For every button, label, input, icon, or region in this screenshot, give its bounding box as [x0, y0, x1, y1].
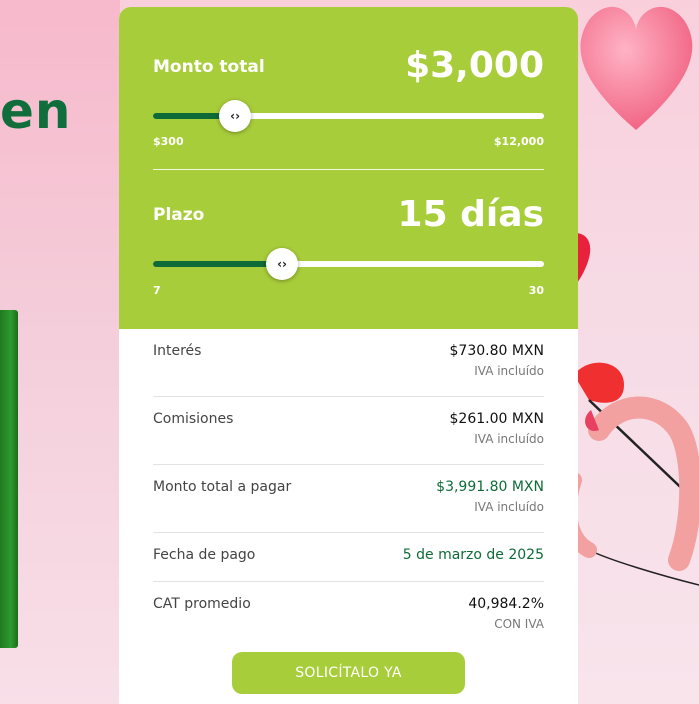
promo-green-banner — [0, 310, 18, 648]
slider-arrows-icon: ‹› — [277, 257, 287, 271]
term-label: Plazo — [153, 205, 205, 225]
interest-note: IVA incluído — [474, 364, 544, 378]
amount-max-label: $12,000 — [493, 135, 544, 148]
term-max-label: 30 — [528, 284, 544, 297]
cat-value: 40,984.2% — [468, 596, 544, 612]
apply-now-button[interactable]: SOLICÍTALO YA — [232, 652, 465, 694]
due-date-label: Fecha de pago — [153, 547, 256, 563]
amount-slider[interactable]: ‹› — [153, 100, 544, 132]
calculator-sliders-panel: Monto total $3,000 ‹› $300 $12,000 Plazo… — [119, 7, 578, 329]
row-divider — [153, 581, 544, 582]
fees-row: Comisiones $261.00 MXN IVA incluído — [153, 411, 544, 461]
heart-icon — [574, 0, 699, 140]
cat-row: CAT promedio 40,984.2% CON IVA — [153, 596, 544, 646]
row-divider — [153, 396, 544, 397]
heart-icon — [575, 228, 595, 288]
amount-value: $3,000 — [405, 45, 544, 86]
slider-arrows-icon: ‹› — [230, 109, 241, 123]
total-row: Monto total a pagar $3,991.80 MXN IVA in… — [153, 479, 544, 529]
row-divider — [153, 532, 544, 533]
fees-value: $261.00 MXN — [449, 411, 545, 427]
promo-headline-fragment: en — [0, 82, 72, 140]
amount-slider-thumb[interactable]: ‹› — [219, 100, 252, 132]
total-value: $3,991.80 MXN — [436, 479, 544, 495]
cat-note: CON IVA — [494, 617, 544, 631]
cupid-illustration — [561, 360, 699, 620]
amount-min-label: $300 — [153, 135, 184, 148]
interest-row: Interés $730.80 MXN IVA incluído — [153, 343, 544, 393]
row-divider — [153, 464, 544, 465]
term-min-label: 7 — [153, 284, 161, 297]
interest-label: Interés — [153, 343, 202, 359]
due-date-row: Fecha de pago 5 de marzo de 2025 — [153, 547, 544, 577]
term-slider-thumb[interactable]: ‹› — [266, 248, 299, 280]
term-value: 15 días — [397, 194, 544, 235]
amount-label: Monto total — [153, 57, 265, 77]
sliders-divider — [153, 169, 544, 170]
total-note: IVA incluído — [474, 500, 544, 514]
term-slider[interactable]: ‹› — [153, 248, 544, 280]
total-label: Monto total a pagar — [153, 479, 292, 495]
due-date-value: 5 de marzo de 2025 — [402, 547, 544, 563]
interest-value: $730.80 MXN — [449, 343, 545, 359]
fees-note: IVA incluído — [474, 432, 544, 446]
cat-label: CAT promedio — [153, 596, 251, 612]
fees-label: Comisiones — [153, 411, 234, 427]
loan-calculator-card: Monto total $3,000 ‹› $300 $12,000 Plazo… — [119, 7, 578, 704]
term-slider-fill — [153, 261, 283, 267]
